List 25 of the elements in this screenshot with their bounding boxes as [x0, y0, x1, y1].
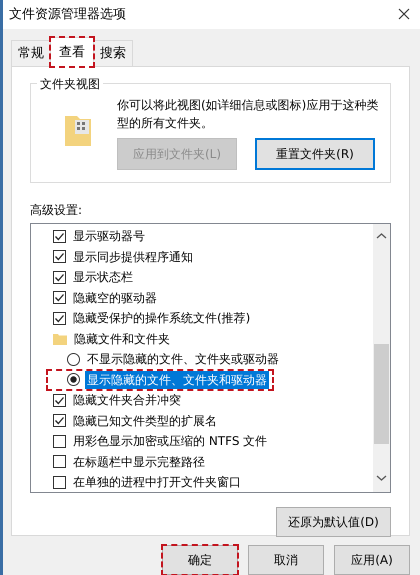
tab[interactable]: 常规 [11, 40, 51, 66]
setting-label[interactable]: 显示状态栏 [71, 268, 135, 286]
setting-label[interactable]: 隐藏空的驱动器 [71, 288, 159, 307]
setting-label[interactable]: 显示隐藏的文件、文件夹和驱动器 [85, 370, 269, 389]
window-title: 文件资源管理器选项 [9, 6, 126, 24]
setting-label[interactable]: 在单独的进程中打开文件夹窗口 [71, 473, 243, 492]
setting-label[interactable]: 隐藏受保护的操作系统文件(推荐) [71, 309, 252, 328]
tab[interactable]: 查看 [50, 36, 94, 67]
setting-label[interactable]: 隐藏文件夹合并冲突 [71, 391, 183, 410]
setting-label[interactable]: 不显示隐藏的文件、文件夹或驱动器 [85, 350, 281, 368]
ok-button[interactable]: 确定 [162, 545, 238, 575]
group-legend: 文件夹视图 [37, 75, 103, 93]
setting-label[interactable]: 显示驱动器号 [71, 227, 147, 246]
setting-label[interactable]: 在标题栏中显示完整路径 [71, 452, 207, 471]
setting-label[interactable]: 用彩色显示加密或压缩的 NTFS 文件 [71, 432, 270, 450]
section-label: 高级设置: [30, 202, 84, 219]
apply-button[interactable]: 应用(A) [334, 545, 410, 575]
setting-label[interactable]: 隐藏文件和文件夹 [72, 330, 172, 348]
tab[interactable]: 搜索 [93, 40, 133, 66]
restore-defaults-button[interactable]: 还原为默认值(D) [276, 507, 391, 537]
cancel-button[interactable]: 取消 [248, 545, 324, 575]
description-text: 你可以将此视图(如详细信息或图标)应用于这种类型的所有文件夹。 [117, 97, 380, 132]
reset-folders-button[interactable]: 重置文件夹(R) [255, 138, 375, 170]
setting-label[interactable]: 显示同步提供程序通知 [71, 248, 195, 266]
setting-label[interactable]: 隐藏已知文件类型的扩展名 [71, 412, 219, 430]
